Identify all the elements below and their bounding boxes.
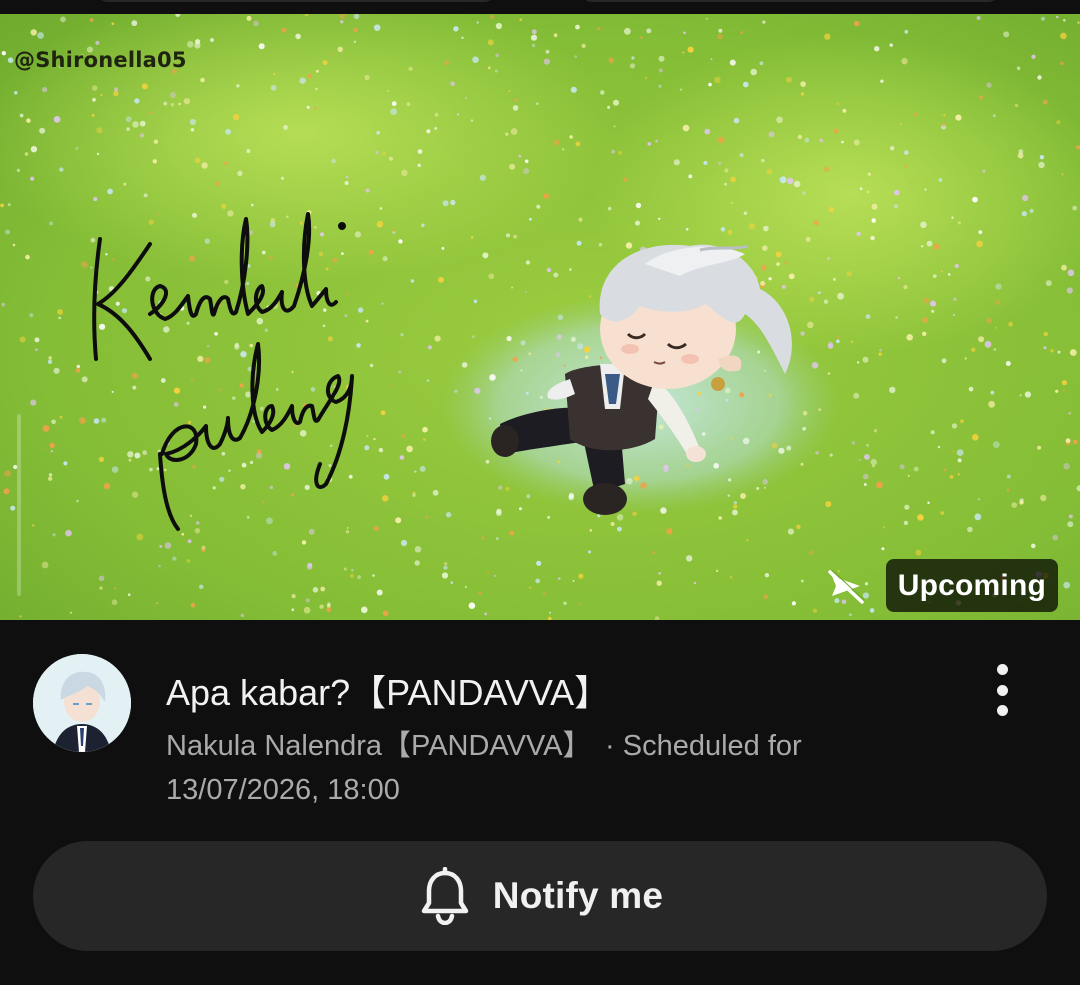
bell-icon (417, 866, 473, 926)
avatar-image (33, 654, 131, 752)
previous-content-strip (0, 0, 1080, 14)
previous-chip[interactable] (580, 0, 1000, 2)
video-thumbnail[interactable]: @Shironella05 Upcoming (0, 14, 1080, 620)
scroll-indicator (17, 414, 21, 596)
video-screen: @Shironella05 Upcoming Apa kabar?【PANDAV… (0, 0, 1080, 985)
notify-me-button[interactable]: Notify me (33, 841, 1047, 951)
more-vert-icon[interactable] (984, 664, 1020, 716)
upcoming-status-badge: Upcoming (885, 559, 1058, 612)
thumbnail-overlay-row: Upcoming (824, 559, 1058, 612)
thumbnail-artwork (0, 14, 1080, 620)
notify-me-label: Notify me (492, 875, 664, 916)
meta-separator: · (605, 730, 615, 762)
schedule-prefix: Scheduled for (622, 730, 802, 762)
video-meta: Apa kabar?【PANDAVVA】 Nakula Nalendra【PAN… (0, 620, 1080, 850)
channel-avatar[interactable] (33, 654, 131, 752)
video-subtitle: Nakula Nalendra【PANDAVVA】 · Scheduled for… (166, 724, 946, 812)
video-title[interactable]: Apa kabar?【PANDAVVA】 (166, 664, 610, 716)
artist-watermark: @Shironella05 (14, 48, 187, 72)
previous-chip[interactable] (96, 0, 496, 2)
notifications-off-icon (824, 564, 868, 608)
schedule-datetime: 13/07/2026, 18:00 (166, 774, 400, 806)
channel-name[interactable]: Nakula Nalendra【PANDAVVA】 (166, 730, 577, 762)
